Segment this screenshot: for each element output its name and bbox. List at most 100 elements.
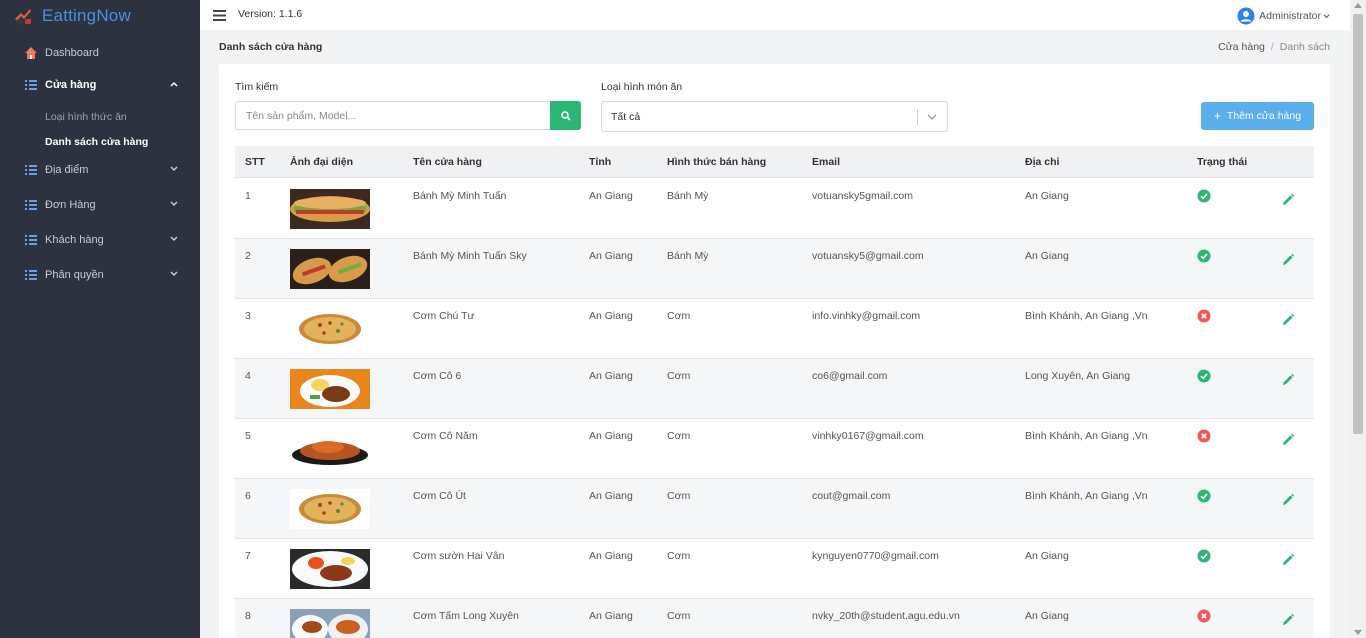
cell-store-name: Cơm sườn Hai Vân <box>413 550 505 562</box>
table-row[interactable]: 6 Cơm Cô Út An Giang Cơm cout@gmail.com Bình … <box>235 479 1314 539</box>
cell-address: An Giang <box>1025 250 1069 262</box>
cell-email: vinhky0167@gmail.com <box>812 430 924 442</box>
cell-store-name: Cơm Cô Năm <box>413 430 478 442</box>
search-input[interactable] <box>236 102 550 129</box>
sidebar-item-label: Khách hàng <box>45 234 104 246</box>
version-label: Version: 1.1.6 <box>238 8 303 20</box>
page-scrollbar[interactable] <box>1350 0 1366 638</box>
edit-icon[interactable] <box>1281 613 1295 627</box>
cell-sales-type: Cơm <box>667 610 691 622</box>
cell-store-name: Bánh Mỳ Minh Tuấn Sky <box>413 250 527 262</box>
table-row[interactable]: 1 Bánh Mỳ Minh Tuấn An Giang Bánh Mỳ votuans… <box>235 179 1314 239</box>
column-header[interactable]: Tên cửa hàng <box>413 156 482 168</box>
edit-icon[interactable] <box>1281 553 1295 567</box>
store-list-card: Tìm kiếm Loại hình món ăn Tất cả + Thêm … <box>219 64 1330 638</box>
cell-address: Bình Khánh, An Giang ,Vn <box>1025 310 1148 322</box>
table-row[interactable]: 3 Cơm Chú Tư An Giang Cơm info.vinhky@gmail.… <box>235 299 1314 359</box>
cell-email: cout@gmail.com <box>812 490 891 502</box>
chevron-down-icon <box>170 201 178 207</box>
store-thumbnail <box>290 189 370 229</box>
cell-address: Bình Khánh, An Giang ,Vn <box>1025 490 1148 502</box>
cell-sales-type: Cơm <box>667 550 691 562</box>
breadcrumb-separator: / <box>1270 41 1274 53</box>
chevron-down-icon <box>170 236 178 242</box>
sidebar-item-locations[interactable]: Địa điểm <box>0 158 200 182</box>
store-thumbnail <box>290 549 370 589</box>
search-button[interactable] <box>550 101 581 130</box>
cell-stt: 5 <box>245 430 251 442</box>
status-inactive-icon <box>1197 609 1211 623</box>
column-header[interactable]: Địa chỉ <box>1025 156 1059 168</box>
list-icon <box>25 270 37 280</box>
edit-icon[interactable] <box>1281 433 1295 447</box>
column-header[interactable]: Trạng thái <box>1197 156 1247 168</box>
scrollbar-thumb[interactable] <box>1353 14 1363 434</box>
chevron-down-icon <box>170 166 178 172</box>
user-name: Administrator <box>1259 10 1321 22</box>
edit-icon[interactable] <box>1281 313 1295 327</box>
cell-province: An Giang <box>589 190 633 202</box>
plus-icon: + <box>1213 109 1221 123</box>
sidebar: EattingNow Dashboard Cửa hàng Loại hình … <box>0 0 200 638</box>
sidebar-item-orders[interactable]: Đơn Hàng <box>0 193 200 217</box>
edit-icon[interactable] <box>1281 193 1295 207</box>
search-label: Tìm kiếm <box>235 81 279 93</box>
cell-email: kynguyen0770@gmail.com <box>812 550 939 562</box>
sidebar-item-stores[interactable]: Cửa hàng <box>0 73 200 97</box>
store-thumbnail <box>290 369 370 409</box>
scroll-up-arrow[interactable] <box>1354 3 1362 8</box>
table-header: STT Ảnh đại diện Tên cửa hàng Tỉnh Hình … <box>235 146 1314 178</box>
sidebar-subitem-food-types[interactable]: Loại hình thức ăn <box>45 111 127 123</box>
table-row[interactable]: 4 Cơm Cô 6 An Giang Cơm co6@gmail.com Long Xu… <box>235 359 1314 419</box>
status-inactive-icon <box>1197 309 1211 323</box>
column-header[interactable]: Tỉnh <box>589 156 611 168</box>
status-active-icon <box>1197 549 1211 563</box>
store-thumbnail <box>290 609 370 638</box>
cell-stt: 6 <box>245 490 251 502</box>
cell-stt: 4 <box>245 370 251 382</box>
table-row[interactable]: 5 Cơm Cô Năm An Giang Cơm vinhky0167@gmail.c… <box>235 419 1314 479</box>
sidebar-item-permissions[interactable]: Phân quyền <box>0 263 200 287</box>
table-row[interactable]: 2 Bánh Mỳ Minh Tuấn Sky An Giang Bánh Mỳ vot… <box>235 239 1314 299</box>
cell-sales-type: Cơm <box>667 430 691 442</box>
store-thumbnail <box>290 249 370 289</box>
sidebar-item-dashboard[interactable]: Dashboard <box>0 41 200 65</box>
cell-sales-type: Cơm <box>667 310 691 322</box>
sidebar-item-customers[interactable]: Khách hàng <box>0 228 200 252</box>
cell-store-name: Cơm Tấm Long Xuyên <box>413 610 519 622</box>
column-header[interactable]: STT <box>245 156 265 168</box>
status-active-icon <box>1197 189 1211 203</box>
cell-address: Long Xuyên, An Giang <box>1025 370 1131 382</box>
breadcrumb: Cửa hàng / Danh sách <box>1218 41 1330 53</box>
cell-sales-type: Bánh Mỳ <box>667 190 709 202</box>
brand[interactable]: EattingNow <box>0 0 200 32</box>
cell-email: votuansky5@gmail.com <box>812 250 924 262</box>
sidebar-item-label: Địa điểm <box>45 164 89 176</box>
add-store-button[interactable]: + Thêm cửa hàng <box>1201 102 1314 130</box>
sidebar-item-label: Dashboard <box>45 47 99 59</box>
hamburger-menu-icon[interactable] <box>213 10 226 21</box>
user-menu[interactable]: Administrator <box>1237 7 1330 25</box>
column-header[interactable]: Email <box>812 156 840 168</box>
cell-stt: 2 <box>245 250 251 262</box>
topbar: Version: 1.1.6 Administrator <box>200 0 1350 30</box>
scroll-down-arrow[interactable] <box>1354 630 1362 635</box>
cell-email: nvky_20th@student.agu.edu.vn <box>812 610 960 622</box>
table-row[interactable]: 8 Cơm Tấm Long Xuyên An Giang Cơm nvky_20th@… <box>235 599 1314 638</box>
edit-icon[interactable] <box>1281 493 1295 507</box>
column-header[interactable]: Ảnh đại diện <box>290 156 353 168</box>
column-header[interactable]: Hình thức bán hàng <box>667 156 766 168</box>
cell-province: An Giang <box>589 430 633 442</box>
cell-stt: 3 <box>245 310 251 322</box>
status-active-icon <box>1197 249 1211 263</box>
food-type-select[interactable]: Tất cả <box>601 101 948 132</box>
cell-store-name: Cơm Cô 6 <box>413 370 462 382</box>
edit-icon[interactable] <box>1281 253 1295 267</box>
home-icon <box>25 47 37 59</box>
logo-icon <box>15 9 31 25</box>
sidebar-subitem-store-list[interactable]: Danh sách cửa hàng <box>45 136 148 148</box>
table-row[interactable]: 7 Cơm sườn Hai Vân An Giang Cơm kynguyen0770… <box>235 539 1314 599</box>
food-type-selected: Tất cả <box>611 111 641 123</box>
breadcrumb-item[interactable]: Cửa hàng <box>1218 41 1265 53</box>
edit-icon[interactable] <box>1281 373 1295 387</box>
